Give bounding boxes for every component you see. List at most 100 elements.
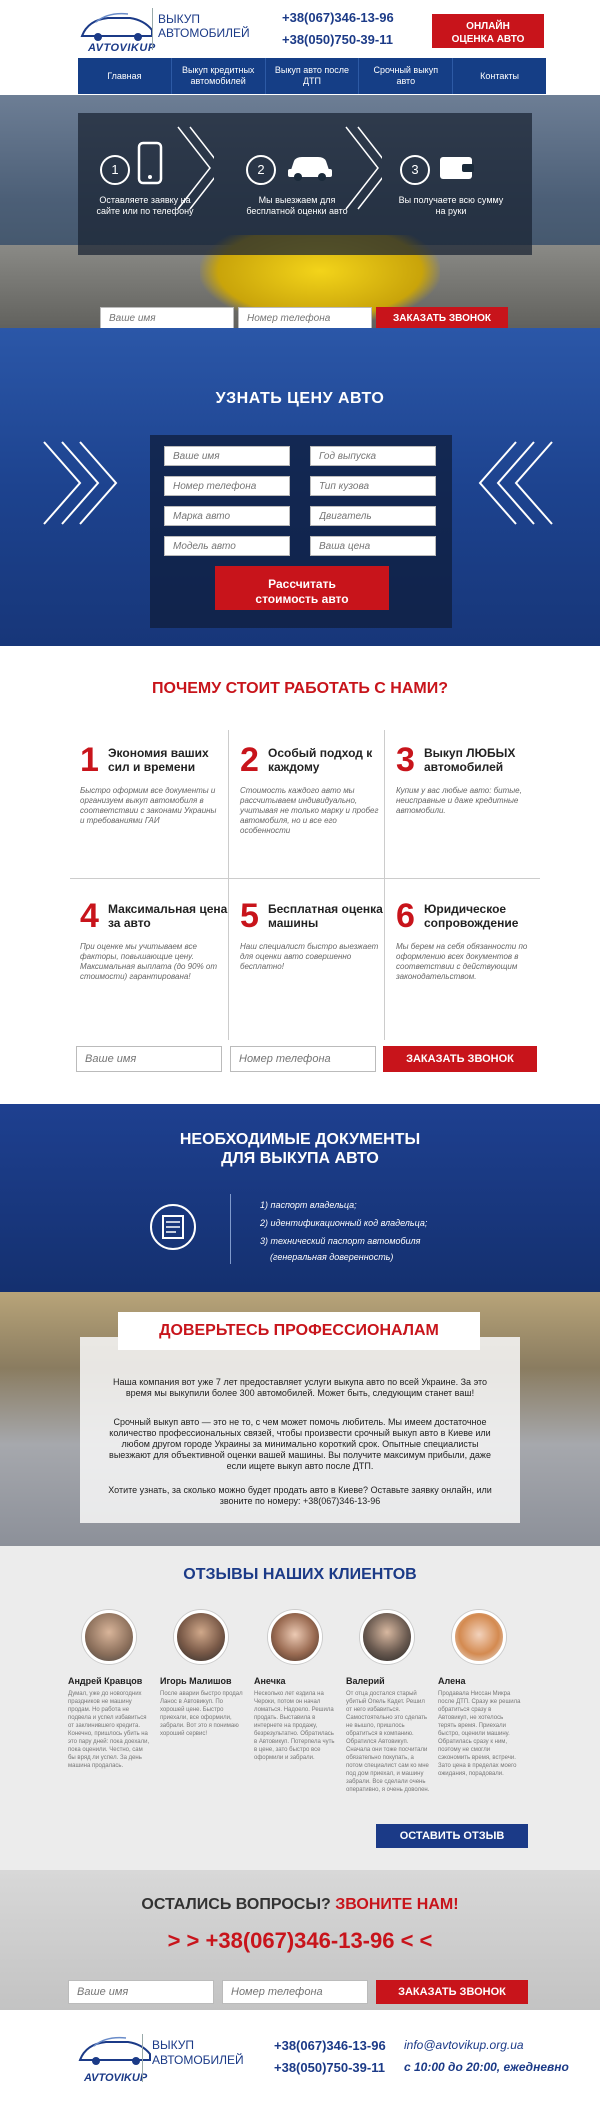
reviewer-name: Анечка	[254, 1676, 286, 1686]
reviewer-name: Андрей Кравцов	[68, 1676, 143, 1686]
header-phone-1[interactable]: +38(067)346-13-96	[282, 10, 394, 25]
price-wish-input[interactable]	[310, 536, 436, 556]
why-name-input[interactable]	[76, 1046, 222, 1072]
why-card-title: Выкуп ЛЮБЫХ автомобилей	[424, 746, 516, 774]
doc-item: 3) технический паспорт автомобиля	[260, 1236, 421, 1246]
hero-section: 1 2 3 Оставляете заявку на сайте или по …	[0, 95, 600, 328]
review-text: После аварии быстро продал Ланос в Автов…	[160, 1691, 243, 1737]
why-card-desc: Наш специалист быстро выезжает для оценк…	[240, 942, 379, 971]
price-body-type-input[interactable]	[310, 476, 436, 496]
footer-phone-2[interactable]: +38(050)750-39-11	[274, 2060, 385, 2075]
online-estimate-button[interactable]: ОНЛАЙН ОЦЕНКА АВТО	[432, 14, 544, 48]
why-phone-input[interactable]	[230, 1046, 376, 1072]
leave-review-button[interactable]: ОСТАВИТЬ ОТЗЫВ	[376, 1824, 528, 1848]
docs-title: НЕОБХОДИМЫЕ ДОКУМЕНТЫ ДЛЯ ВЫКУПА АВТО	[0, 1130, 600, 1168]
trust-paragraph-2: Срочный выкуп авто — это не то, с чем мо…	[109, 1417, 491, 1471]
questions-phone-input[interactable]	[222, 1980, 368, 2004]
car-logo-icon[interactable]	[76, 2030, 156, 2070]
logo-text: AVTOVIKUP	[88, 42, 156, 54]
why-card-title: Бесплатная оценка машины	[268, 902, 383, 930]
why-us-section: ПОЧЕМУ СТОИТ РАБОТАТЬ С НАМИ? 1 Экономия…	[0, 646, 600, 1104]
step-2-number: 2	[246, 155, 276, 185]
price-title: УЗНАТЬ ЦЕНУ АВТО	[215, 390, 385, 407]
review-text: От отца достался старый убитый Опель Кад…	[346, 1691, 430, 1793]
doc-item: 2) идентификационный код владельца;	[260, 1218, 428, 1228]
logo-subtitle-line-2: АВТОМОБИЛЕЙ	[158, 26, 250, 40]
footer-phone-1[interactable]: +38(067)346-13-96	[274, 2038, 386, 2053]
chevron-left-icon	[478, 441, 553, 525]
avatar	[452, 1610, 506, 1664]
logo-divider	[152, 8, 153, 50]
review-text: Несколько лет ездила на Чероки, потом он…	[254, 1691, 335, 1761]
reviewer-name: Валерий	[346, 1676, 385, 1686]
header-phone-2[interactable]: +38(050)750-39-11	[282, 32, 393, 47]
avatar	[174, 1610, 228, 1664]
reviewer-name: Игорь Малишов	[160, 1676, 232, 1686]
footer-logo-subtitle: ВЫКУП АВТОМОБИЛЕЙ	[152, 2038, 244, 2068]
step-1-number: 1	[100, 155, 130, 185]
why-card-number: 1	[80, 741, 99, 779]
why-card-number: 6	[396, 897, 415, 935]
price-year-input[interactable]	[310, 446, 436, 466]
price-name-input[interactable]	[164, 446, 290, 466]
reviews-title: ОТЗЫВЫ НАШИХ КЛИЕНТОВ	[183, 1566, 417, 1583]
big-phone-number[interactable]: > > +38(067)346-13-96 < <	[0, 1928, 600, 1954]
hero-name-input[interactable]	[100, 307, 234, 328]
price-engine-input[interactable]	[310, 506, 436, 526]
nav-item-after-accident[interactable]: Выкуп авто после ДТП	[266, 58, 360, 94]
nav-item-home[interactable]: Главная	[78, 58, 172, 94]
nav-item-credit-cars[interactable]: Выкуп кредитных автомобилей	[172, 58, 266, 94]
why-card-desc: Быстро оформим все документы и организуе…	[80, 786, 217, 825]
calculate-line-2: стоимость авто	[255, 591, 349, 606]
site-header: AVTOVIKUP ВЫКУП АВТОМОБИЛЕЙ +38(067)346-…	[0, 0, 600, 95]
why-card-title: Особый подход к каждому	[268, 746, 373, 774]
online-estimate-line-2: ОЦЕНКА АВТО	[451, 34, 525, 45]
divider	[230, 1194, 231, 1264]
document-icon	[150, 1204, 196, 1250]
why-order-call-button[interactable]: ЗАКАЗАТЬ ЗВОНОК	[383, 1046, 537, 1072]
why-card-number: 2	[240, 741, 259, 779]
chevron-right-icon	[43, 441, 118, 525]
step-2-text: Мы выезжаем для бесплатной оценки авто	[246, 195, 348, 216]
questions-name-input[interactable]	[68, 1980, 214, 2004]
divider	[384, 730, 385, 1040]
logo-divider	[142, 2034, 143, 2082]
step-1-text: Оставляете заявку на сайте или по телефо…	[96, 195, 194, 216]
review-text: Продавала Ниссан Микра после ДТП. Сразу …	[438, 1691, 521, 1777]
avatar	[360, 1610, 414, 1664]
documents-section: НЕОБХОДИМЫЕ ДОКУМЕНТЫ ДЛЯ ВЫКУПА АВТО 1)…	[0, 1104, 600, 1292]
main-nav: Главная Выкуп кредитных автомобилей Выку…	[78, 58, 546, 94]
smartphone-icon	[137, 141, 163, 185]
price-model-input[interactable]	[164, 536, 290, 556]
questions-order-call-button[interactable]: ЗАКАЗАТЬ ЗВОНОК	[376, 1980, 528, 2004]
why-card-title: Экономия ваших сил и времени	[108, 746, 209, 774]
logo-subtitle-line-1: ВЫКУП	[158, 12, 200, 26]
calculate-price-button[interactable]: Рассчитать стоимость авто	[215, 566, 389, 610]
why-card-title: Юридическое сопровождение	[424, 902, 519, 930]
divider	[70, 878, 540, 879]
hero-phone-input[interactable]	[238, 307, 372, 328]
doc-item: 1) паспорт владельца;	[260, 1200, 357, 1210]
footer-email[interactable]: info@avtovikup.org.ua	[404, 2038, 524, 2052]
why-card-desc: При оценке мы учитываем все факторы, пов…	[80, 942, 218, 981]
why-card-title: Максимальная цена за авто	[108, 902, 228, 930]
footer-hours: с 10:00 до 20:00, ежедневно	[404, 2060, 569, 2074]
docs-title-line-1: НЕОБХОДИМЫЕ ДОКУМЕНТЫ	[179, 1131, 421, 1148]
why-card-number: 4	[80, 897, 99, 935]
trust-text-panel: Наша компания вот уже 7 лет предоставляе…	[80, 1337, 520, 1523]
calculate-line-1: Рассчитать	[268, 576, 336, 591]
footer-logo-text: AVTOVIKUP	[84, 2072, 148, 2084]
price-section: УЗНАТЬ ЦЕНУ АВТО Рассчитать стоимость ав…	[0, 328, 600, 646]
step-3-text: Вы получаете всю сумму на руки	[398, 195, 504, 216]
price-phone-input[interactable]	[164, 476, 290, 496]
price-brand-input[interactable]	[164, 506, 290, 526]
hero-order-call-button[interactable]: ЗАКАЗАТЬ ЗВОНОК	[376, 307, 508, 328]
nav-item-contacts[interactable]: Контакты	[453, 58, 546, 94]
questions-title: ОСТАЛИСЬ ВОПРОСЫ? ЗВОНИТЕ НАМ!	[0, 1896, 600, 1914]
car-logo-icon	[80, 12, 153, 41]
footer-logo-subtitle-line-2: АВТОМОБИЛЕЙ	[152, 2053, 244, 2067]
trust-title: ДОВЕРЬТЕСЬ ПРОФЕССИОНАЛАМ	[118, 1312, 480, 1350]
nav-item-urgent-buyout[interactable]: Срочный выкуп авто	[359, 58, 454, 94]
car-icon	[288, 157, 332, 181]
trust-section: Наша компания вот уже 7 лет предоставляе…	[0, 1292, 600, 1546]
